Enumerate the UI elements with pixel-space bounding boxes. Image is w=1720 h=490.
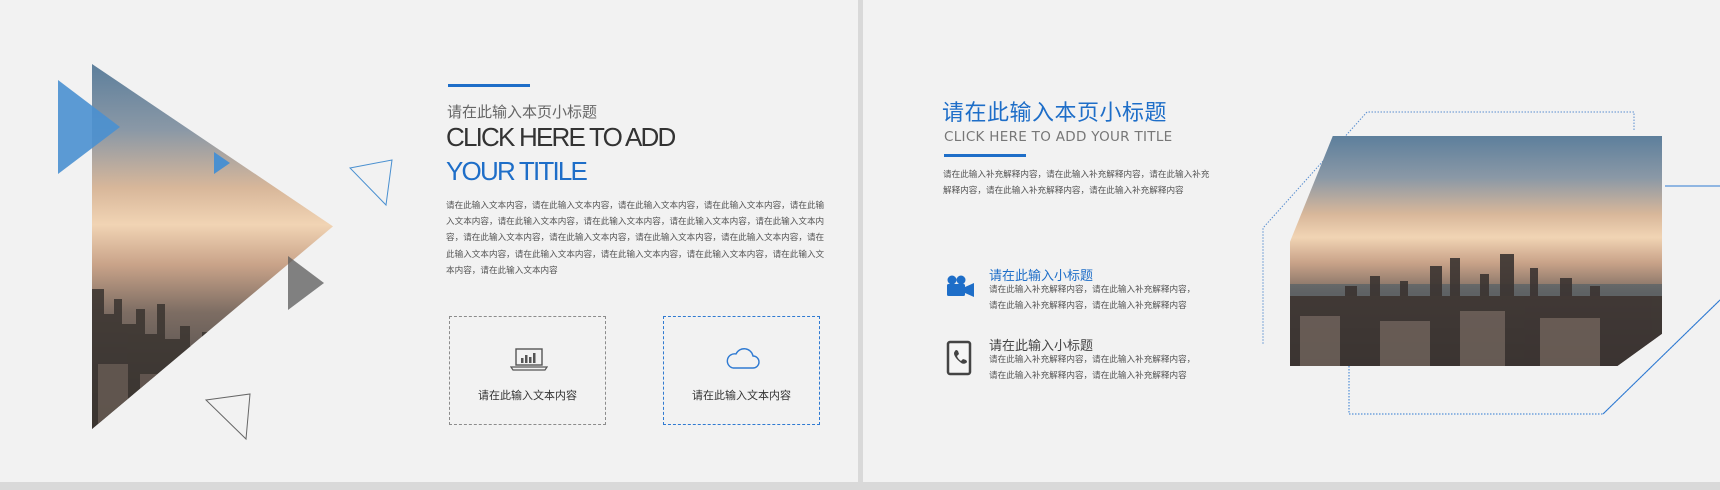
card-1[interactable]: 请在此输入文本内容 <box>449 316 606 425</box>
card-1-label: 请在此输入文本内容 <box>478 389 577 402</box>
city-photo-hexagon <box>1290 136 1662 366</box>
blue-triangle-small <box>214 152 230 174</box>
card-2-label: 请在此输入文本内容 <box>692 389 791 402</box>
body-paragraph: 请在此输入文本内容，请在此输入文本内容，请在此输入文本内容，请在此输入文本内容，… <box>446 201 825 276</box>
city-skyline <box>92 289 332 429</box>
slide-right: 请在此输入本页小标题 CLICK HERE TO ADD YOUR TITLE … <box>863 0 1720 482</box>
accent-bar <box>448 84 530 87</box>
card-2[interactable]: 请在此输入文本内容 <box>663 316 820 425</box>
outline-triangle-bottom <box>204 393 251 441</box>
slide-left: 请在此输入本页小标题 CLICK HERE TO ADD YOUR TITILE… <box>0 0 858 482</box>
title-line-1: CLICK HERE TO ADD <box>446 122 676 152</box>
subtitle-cn: 请在此输入本页小标题 <box>447 103 598 121</box>
laptop-chart-icon <box>510 348 548 371</box>
gray-triangle <box>288 256 324 310</box>
city-photo-triangle <box>92 64 333 429</box>
outline-triangle-top <box>348 159 393 207</box>
cloud-icon <box>726 348 760 369</box>
city-skyline-2 <box>1290 254 1662 366</box>
blue-triangle-large <box>58 80 120 174</box>
title-line-2: YOUR TITILE <box>446 156 588 186</box>
